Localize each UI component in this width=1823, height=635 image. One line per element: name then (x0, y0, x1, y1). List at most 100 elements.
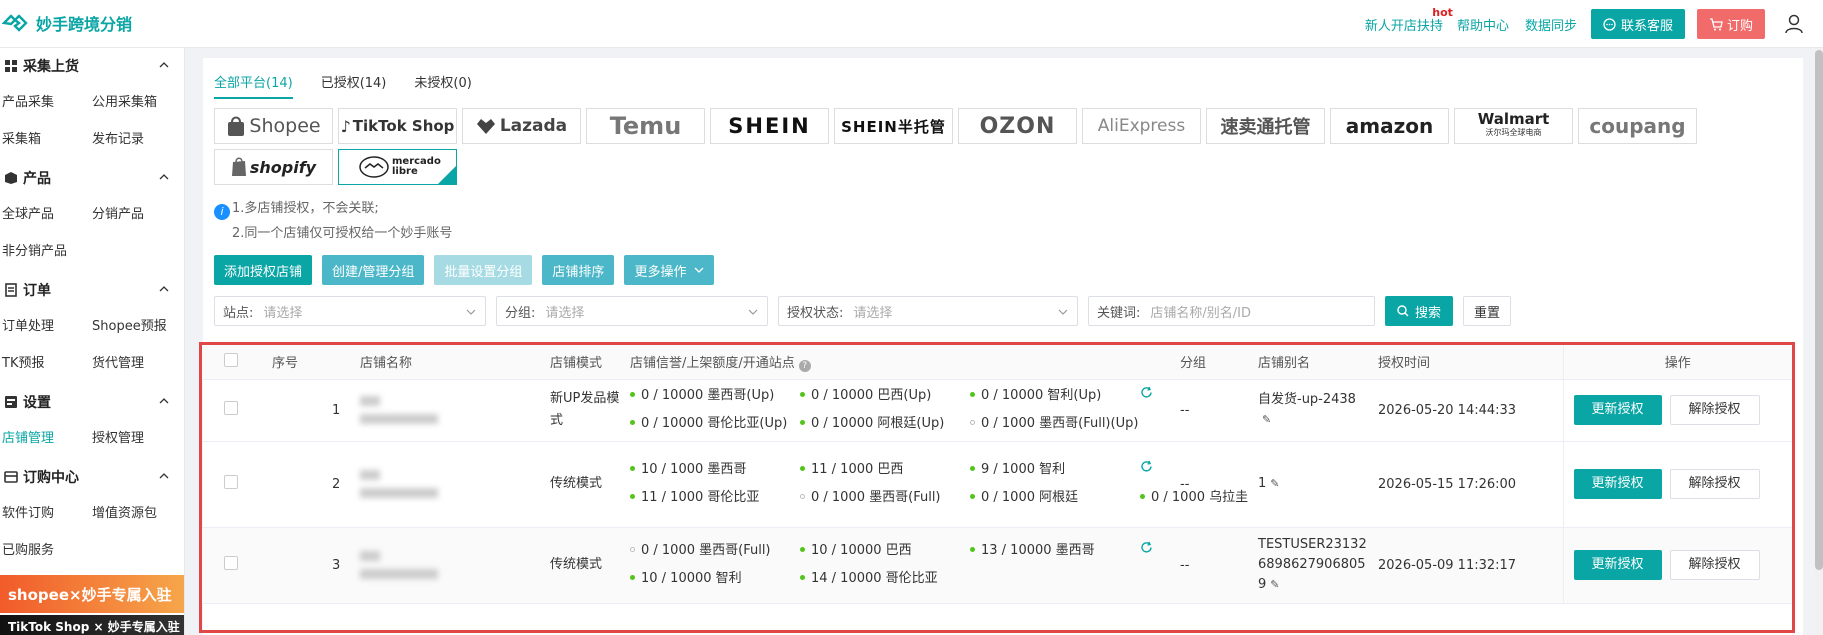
tab-all-platforms[interactable]: 全部平台(14) (214, 72, 293, 99)
col-no: 序号 (260, 345, 350, 380)
sidebar-item[interactable]: 软件订购 (2, 495, 92, 532)
sidebar-item[interactable]: 分销产品 (92, 196, 182, 233)
status-dot-on (630, 494, 635, 499)
refresh-icon[interactable] (1140, 537, 1160, 565)
sidebar-item[interactable]: 店铺管理 (2, 420, 92, 457)
batch-group-button[interactable]: 批量设置分组 (434, 255, 533, 285)
tiktok-banner[interactable]: TikTok Shop × 妙手专属入驻 (0, 615, 184, 635)
sidebar-item[interactable]: 增值资源包 (92, 495, 182, 532)
sidebar-item[interactable]: 非分销产品 (2, 233, 92, 270)
sidebar-item[interactable]: 采集箱 (2, 121, 92, 158)
platform-shein[interactable]: SHEIN (710, 108, 829, 144)
platform-shopify[interactable]: shopify (214, 149, 333, 185)
sidebar-group-0[interactable]: 采集上货 (0, 48, 184, 84)
sidebar-item[interactable]: 公用采集箱 (92, 84, 182, 121)
site-quota: 0 / 10000 墨西哥(Up) (630, 382, 800, 410)
cart-icon (1709, 17, 1723, 30)
edit-icon[interactable]: ✎ (1270, 477, 1279, 490)
search-button[interactable]: 搜索 (1385, 296, 1454, 326)
reset-button[interactable]: 重置 (1463, 296, 1512, 326)
tab-unauthorized[interactable]: 未授权(0) (414, 72, 471, 99)
update-auth-button[interactable]: 更新授权 (1573, 550, 1662, 580)
sidebar-group-2[interactable]: 订单 (0, 272, 184, 308)
sidebar-item[interactable]: 货代管理 (92, 345, 182, 382)
data-sync-link[interactable]: 数据同步 (1525, 15, 1577, 34)
site-select[interactable]: 站点: 请选择 (214, 296, 486, 326)
manage-group-button[interactable]: 创建/管理分组 (322, 255, 425, 285)
sidebar-group-3[interactable]: 设置 (0, 384, 184, 420)
status-dot-on (630, 575, 635, 580)
hot-badge: hot (1432, 5, 1453, 19)
store-name-blurred (350, 441, 550, 528)
sidebar-item[interactable]: 全球产品 (2, 196, 92, 233)
edit-icon[interactable]: ✎ (1270, 578, 1279, 591)
keyword-input[interactable]: 关键词: 店铺名称/别名/ID (1088, 296, 1375, 326)
site-quota: 13 / 10000 墨西哥 (970, 537, 1140, 565)
site-quota-text: 0 / 1000 墨西哥(Full) (811, 490, 941, 505)
sidebar-item[interactable]: 已购服务 (2, 532, 92, 569)
sidebar-item[interactable]: 发布记录 (92, 121, 182, 158)
more-actions-button[interactable]: 更多操作 (624, 255, 715, 285)
platform-shein-semi[interactable]: SHEIN半托管 (834, 108, 953, 144)
tips-box: i 1.多店铺授权，不会关联; 2.同一个店铺仅可授权给一个妙手账号 (214, 196, 452, 246)
auth-status-select[interactable]: 授权状态: 请选择 (778, 296, 1078, 326)
update-auth-button[interactable]: 更新授权 (1573, 395, 1662, 425)
platform-shopee[interactable]: Shopee (214, 108, 333, 144)
add-store-button[interactable]: 添加授权店铺 (214, 255, 313, 285)
refresh-icon[interactable] (1140, 382, 1160, 410)
platform-ozon[interactable]: OZON (958, 108, 1077, 144)
help-center-link[interactable]: 帮助中心 (1457, 15, 1509, 34)
site-quota-text: 10 / 10000 巴西 (811, 543, 912, 558)
release-auth-button[interactable]: 解除授权 (1669, 395, 1760, 425)
sites-cell: 0 / 10000 墨西哥(Up) 0 / 10000 巴西(Up) 0 / 100… (630, 379, 1180, 442)
select-all-checkbox[interactable] (224, 352, 238, 367)
group-select[interactable]: 分组: 请选择 (496, 296, 768, 326)
row-checkbox[interactable] (224, 475, 238, 489)
sidebar-group-4[interactable]: 订购中心 (0, 459, 184, 495)
order-button[interactable]: 订购 (1696, 9, 1765, 39)
sidebar-item[interactable]: 订单处理 (2, 308, 92, 345)
release-auth-button[interactable]: 解除授权 (1669, 469, 1760, 499)
app-logo[interactable]: 妙手跨境分销 (2, 11, 132, 35)
col-sites: 店铺信誉/上架额度/开通站点? (630, 345, 1180, 380)
row-no: 1 (260, 379, 350, 442)
platform-coupang[interactable]: coupang (1578, 108, 1697, 144)
sidebar-item[interactable]: Shopee预报 (92, 308, 182, 345)
edit-icon[interactable]: ✎ (1262, 413, 1271, 426)
sidebar-item[interactable]: 授权管理 (92, 420, 182, 457)
sidebar-item[interactable]: 产品采集 (2, 84, 92, 121)
store-sort-button[interactable]: 店铺排序 (542, 255, 615, 285)
refresh-icon[interactable] (1140, 456, 1160, 484)
status-dot-on (970, 392, 975, 397)
platform-lazada[interactable]: Lazada (462, 108, 581, 144)
new-store-link[interactable]: 新人开店扶持 hot (1365, 6, 1453, 34)
row-checkbox[interactable] (224, 556, 238, 570)
platform-mercado-libre[interactable]: mercado libre (338, 149, 457, 185)
contact-support-button[interactable]: 联系客服 (1590, 9, 1685, 39)
tab-authorized[interactable]: 已授权(14) (321, 72, 387, 99)
platform-aliexpress[interactable]: AliExpress (1082, 108, 1201, 144)
status-dot-on (800, 392, 805, 397)
platform-amazon[interactable]: amazon (1330, 108, 1449, 144)
platform-tiktok[interactable]: ♪ TikTok Shop (338, 108, 457, 144)
platform-label: SHEIN (728, 114, 811, 138)
user-icon[interactable] (1783, 13, 1805, 35)
platform-label: SHEIN半托管 (841, 117, 946, 136)
sidebar-item[interactable]: TK预报 (2, 345, 92, 382)
scrollbar-thumb[interactable] (1815, 50, 1823, 570)
status-dot-on (630, 420, 635, 425)
platform-walmart[interactable]: Walmart 沃尔玛全球电商 (1454, 108, 1573, 144)
row-checkbox[interactable] (224, 401, 238, 415)
update-auth-button[interactable]: 更新授权 (1573, 469, 1662, 499)
page-scrollbar[interactable] (1815, 48, 1823, 635)
settings-icon (4, 395, 18, 409)
platform-temu[interactable]: Temu (586, 108, 705, 144)
store-alias-cell: 1 ✎ (1258, 441, 1378, 528)
shopee-banner[interactable]: shopee×妙手专属入驻 (0, 575, 184, 613)
sidebar-group-1[interactable]: 产品 (0, 160, 184, 196)
release-auth-button[interactable]: 解除授权 (1669, 550, 1760, 580)
site-quota-text: 0 / 1000 乌拉圭 (1151, 490, 1249, 505)
platform-label: coupang (1589, 114, 1686, 138)
platform-aliexpress-managed[interactable]: 速卖通托管 (1206, 108, 1325, 144)
help-icon[interactable]: ? (798, 359, 811, 372)
